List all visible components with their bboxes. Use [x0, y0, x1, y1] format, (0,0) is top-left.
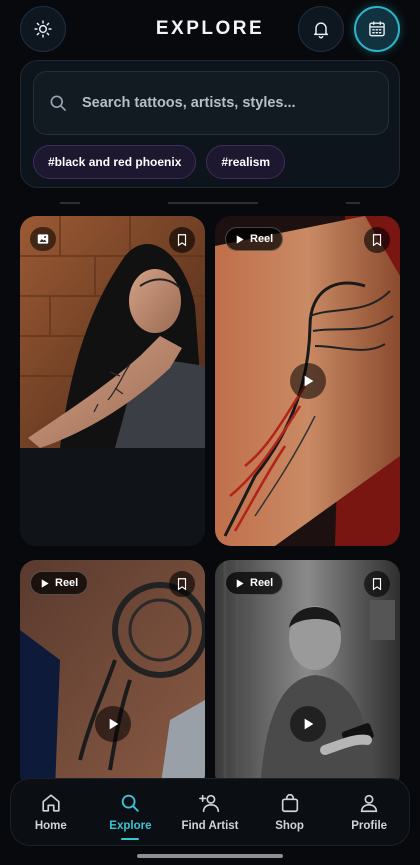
feed-card-reel[interactable]: Reel	[20, 560, 205, 790]
calendar-icon	[369, 21, 385, 37]
tag-chip-realism[interactable]: #realism	[206, 145, 286, 179]
tag-chip-black-and-red-phoenix[interactable]: #black and red phoenix	[33, 145, 197, 179]
search-icon	[122, 794, 140, 812]
shopping-bag-icon	[281, 794, 298, 813]
bookmark-button[interactable]	[364, 227, 390, 253]
feed-card-image[interactable]	[20, 216, 205, 546]
play-icon	[41, 578, 49, 588]
person-icon	[361, 794, 378, 813]
bookmark-icon	[177, 234, 187, 247]
search-bar[interactable]	[33, 71, 389, 135]
play-button[interactable]	[289, 363, 326, 399]
play-icon	[304, 718, 313, 730]
nav-label: Find Artist	[181, 820, 239, 832]
nav-item-find-artist[interactable]: Find Artist	[171, 792, 249, 832]
nav-item-profile[interactable]: Profile	[330, 792, 408, 832]
nav-label: Home	[34, 820, 67, 832]
reel-badge-label: Reel	[250, 577, 274, 589]
notifications-button[interactable]	[298, 6, 344, 52]
divider	[60, 202, 360, 204]
nav-item-home[interactable]: Home	[12, 792, 90, 832]
image-icon	[37, 234, 49, 244]
search-panel: #black and red phoenix #realism	[20, 60, 400, 188]
header: EXPLORE	[0, 0, 420, 58]
feed-card-reel[interactable]: Reel	[215, 216, 400, 546]
search-input[interactable]	[82, 95, 362, 111]
home-indicator[interactable]	[137, 854, 283, 858]
bottom-navigation: Home Explore Find Artist Shop Profile	[10, 778, 410, 846]
tag-chips: #black and red phoenix #realism	[33, 145, 286, 179]
bookmark-icon	[372, 578, 382, 591]
play-button[interactable]	[94, 706, 131, 742]
bookmark-icon	[177, 578, 187, 591]
play-icon	[236, 234, 244, 244]
nav-item-shop[interactable]: Shop	[251, 792, 329, 832]
calendar-button[interactable]	[354, 6, 400, 52]
add-person-icon	[199, 794, 220, 813]
reel-badge: Reel	[225, 571, 284, 595]
bookmark-button[interactable]	[364, 571, 390, 597]
nav-label: Explore	[109, 820, 152, 832]
play-button[interactable]	[289, 706, 326, 742]
bookmark-button[interactable]	[169, 227, 195, 253]
reel-badge-label: Reel	[55, 577, 79, 589]
nav-item-explore[interactable]: Explore	[91, 792, 169, 840]
reel-badge-label: Reel	[250, 233, 274, 245]
feed-card-reel[interactable]: Reel	[215, 560, 400, 790]
image-post-badge	[30, 227, 56, 251]
active-indicator	[121, 837, 140, 840]
bell-icon	[314, 22, 328, 39]
bookmark-button[interactable]	[169, 571, 195, 597]
play-icon	[304, 375, 313, 387]
reel-badge: Reel	[30, 571, 89, 595]
home-icon	[42, 794, 60, 812]
play-icon	[109, 718, 118, 730]
nav-label: Shop	[275, 820, 304, 832]
search-icon	[50, 95, 66, 111]
bookmark-icon	[372, 234, 382, 247]
reel-badge: Reel	[225, 227, 284, 251]
play-icon	[236, 578, 244, 588]
nav-label: Profile	[351, 820, 388, 832]
